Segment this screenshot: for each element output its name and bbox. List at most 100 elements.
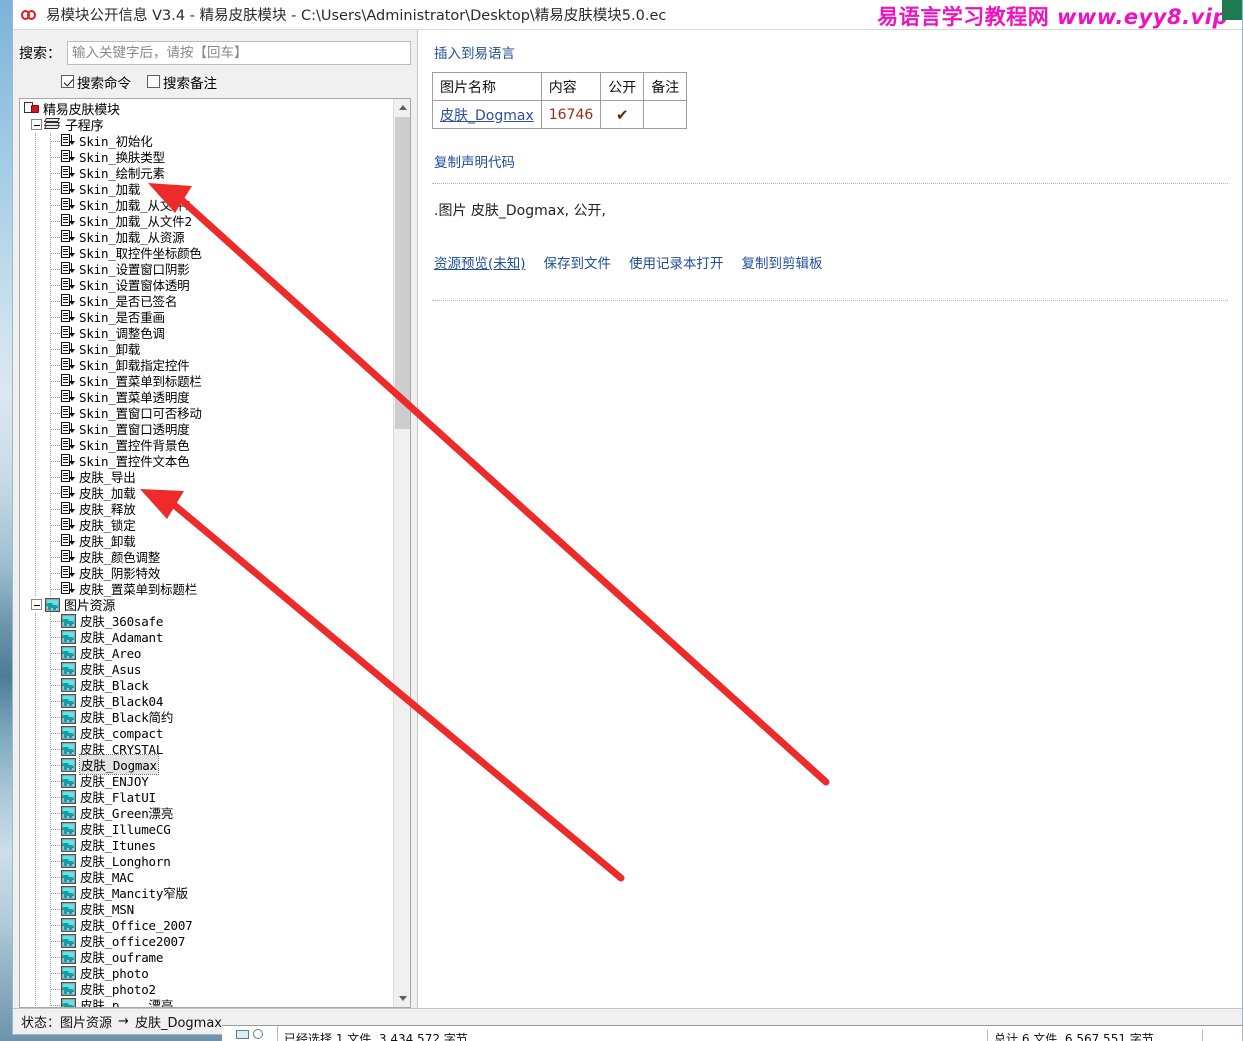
subroutine-icon: [61, 262, 77, 275]
tree-item[interactable]: 皮肤_FlatUI: [22, 788, 393, 805]
tree-connector: [46, 340, 61, 357]
tree-item[interactable]: Skin_设置窗体透明: [22, 276, 393, 293]
tree-item[interactable]: 皮肤_360safe: [22, 612, 393, 629]
tree-connector: [46, 388, 61, 405]
tree-item[interactable]: 皮肤_MSN: [22, 900, 393, 917]
tree-item[interactable]: Skin_卸载: [22, 340, 393, 357]
tree-item[interactable]: Skin_置窗口可否移动: [22, 404, 393, 421]
subroutine-icon: [61, 134, 77, 147]
tree-item[interactable]: Skin_卸载指定控件: [22, 356, 393, 373]
tree-item[interactable]: Skin_绘制元素: [22, 164, 393, 181]
tree-item[interactable]: 皮肤_p..._漂亮: [22, 996, 393, 1007]
table-row[interactable]: 皮肤_Dogmax 16746 ✔: [432, 100, 688, 129]
tree-item[interactable]: Skin_是否重画: [22, 308, 393, 325]
tree-item[interactable]: 皮肤_颜色调整: [22, 548, 393, 565]
tree-item[interactable]: Skin_取控件坐标颜色: [22, 244, 393, 261]
subroutine-icon: [61, 278, 77, 291]
tree-item[interactable]: 皮肤_office2007: [22, 932, 393, 949]
tree-item[interactable]: Skin_置菜单到标题栏: [22, 372, 393, 389]
scroll-up-button[interactable]: [394, 98, 410, 116]
subroutine-icon: [61, 550, 77, 563]
image-resource-icon: [45, 597, 60, 612]
action-copy-to-clipboard[interactable]: 复制到剪辑板: [742, 252, 823, 272]
tree-item[interactable]: Skin_置控件文本色: [22, 452, 393, 469]
tree-connector: [46, 292, 61, 309]
action-save-to-file[interactable]: 保存到文件: [544, 252, 612, 272]
tree-item[interactable]: 皮肤_Black: [22, 676, 393, 693]
tree-item[interactable]: 皮肤_Green漂亮: [22, 804, 393, 821]
background-explorer-window[interactable]: 已经选择 1 文件, 3,434,572 字节 总计 6 文件, 6,567,5…: [222, 1025, 1243, 1041]
tree-item[interactable]: Skin_加载_从资源: [22, 228, 393, 245]
action-open-with-notepad[interactable]: 使用记录本打开: [629, 252, 724, 272]
search-command-checkbox[interactable]: 搜索命令: [61, 72, 131, 92]
tree-item[interactable]: Skin_置窗口透明度: [22, 420, 393, 437]
tree-guide-line: [31, 756, 46, 773]
tree-item[interactable]: 皮肤_photo2: [22, 980, 393, 997]
tree-item[interactable]: 皮肤_导出: [22, 468, 393, 485]
tree-connector: [46, 932, 61, 949]
tree-item[interactable]: 皮肤_Longhorn: [22, 852, 393, 869]
tree-expander-collapse-icon[interactable]: [31, 119, 42, 131]
tree-item[interactable]: 皮肤_阴影特效: [22, 564, 393, 581]
tree-expander-collapse-icon[interactable]: [31, 599, 42, 611]
subroutine-icon: [61, 166, 77, 179]
tree-guide-line: [31, 884, 46, 901]
tree-item[interactable]: 皮肤_Adamant: [22, 628, 393, 645]
tree-guide-line: [31, 340, 46, 357]
tree-item[interactable]: 皮肤_Itunes: [22, 836, 393, 853]
tree-item[interactable]: 皮肤_compact: [22, 724, 393, 741]
tree-group-subroutines[interactable]: 子程序: [22, 117, 393, 134]
tree-item[interactable]: 皮肤_释放: [22, 500, 393, 517]
action-resource-preview[interactable]: 资源预览(未知): [434, 252, 526, 272]
tree-item[interactable]: Skin_加载: [22, 180, 393, 197]
status-arrow-icon: →: [118, 1014, 129, 1029]
tree-item[interactable]: 皮肤_Areo: [22, 644, 393, 661]
tree-item[interactable]: 皮肤_ouframe: [22, 948, 393, 965]
tree-item[interactable]: Skin_加载_从文件2: [22, 212, 393, 229]
tree-item[interactable]: 皮肤_Black04: [22, 692, 393, 709]
tree-guide-line: [31, 356, 46, 373]
tree-item[interactable]: 皮肤_photo: [22, 964, 393, 981]
tree-item[interactable]: Skin_换肤类型: [22, 148, 393, 165]
tree-item[interactable]: 皮肤_卸载: [22, 532, 393, 549]
tree-item[interactable]: 皮肤_CRYSTAL: [22, 740, 393, 757]
tree-connector: [46, 276, 61, 293]
tree-item[interactable]: 皮肤_Asus: [22, 660, 393, 677]
scroll-down-button[interactable]: [394, 990, 410, 1007]
tree-item[interactable]: 皮肤_ENJOY: [22, 772, 393, 789]
search-note-checkbox[interactable]: 搜索备注: [147, 72, 217, 92]
tree-item[interactable]: 皮肤_Mancity窄版: [22, 884, 393, 901]
tree-item[interactable]: 皮肤_Dogmax: [22, 754, 393, 776]
subroutine-icon: [61, 438, 77, 451]
tree-item[interactable]: 皮肤_加载: [22, 484, 393, 501]
tree-item[interactable]: Skin_调整色调: [22, 324, 393, 341]
tree-connector: [46, 916, 61, 933]
tree-item[interactable]: Skin_置菜单透明度: [22, 388, 393, 405]
tree-item[interactable]: Skin_设置窗口阴影: [22, 260, 393, 277]
tree-guide-line: [31, 804, 46, 821]
search-input[interactable]: [67, 40, 411, 65]
tree-item[interactable]: 皮肤_MAC: [22, 868, 393, 885]
tree-item[interactable]: Skin_是否已签名: [22, 292, 393, 309]
tree-item[interactable]: 皮肤_锁定: [22, 516, 393, 533]
watermark-url-text: www.eyy8.vip: [1057, 5, 1228, 29]
tree-item[interactable]: 皮肤_IllumeCG: [22, 820, 393, 837]
tree-item[interactable]: Skin_置控件背景色: [22, 436, 393, 453]
module-tree[interactable]: 精易皮肤模块 子程序 Skin_初始化 Skin_换肤类型 Skin_绘制元素 Skin_…: [20, 99, 393, 1007]
tree-item[interactable]: 皮肤_Office_2007: [22, 916, 393, 933]
tree-vertical-scrollbar[interactable]: [393, 98, 410, 1007]
status-item: 皮肤_Dogmax: [134, 1016, 222, 1031]
tree-group-image-resources[interactable]: 图片资源: [22, 597, 393, 614]
tree-connector: [46, 628, 61, 645]
tree-connector: [46, 564, 61, 581]
copy-declaration-heading[interactable]: 复制声明代码: [434, 151, 1228, 171]
subroutine-icon: [61, 294, 77, 307]
cell-image-name[interactable]: 皮肤_Dogmax: [432, 100, 542, 129]
tree-item[interactable]: Skin_初始化: [22, 132, 393, 149]
tree-connector: [46, 548, 61, 565]
tree-guide-line: [31, 980, 46, 997]
scrollbar-thumb[interactable]: [395, 116, 410, 429]
subroutine-icon: [61, 470, 77, 483]
tree-item[interactable]: 皮肤_Black简约: [22, 708, 393, 725]
tree-item[interactable]: Skin_加载_从文件1: [22, 196, 393, 213]
